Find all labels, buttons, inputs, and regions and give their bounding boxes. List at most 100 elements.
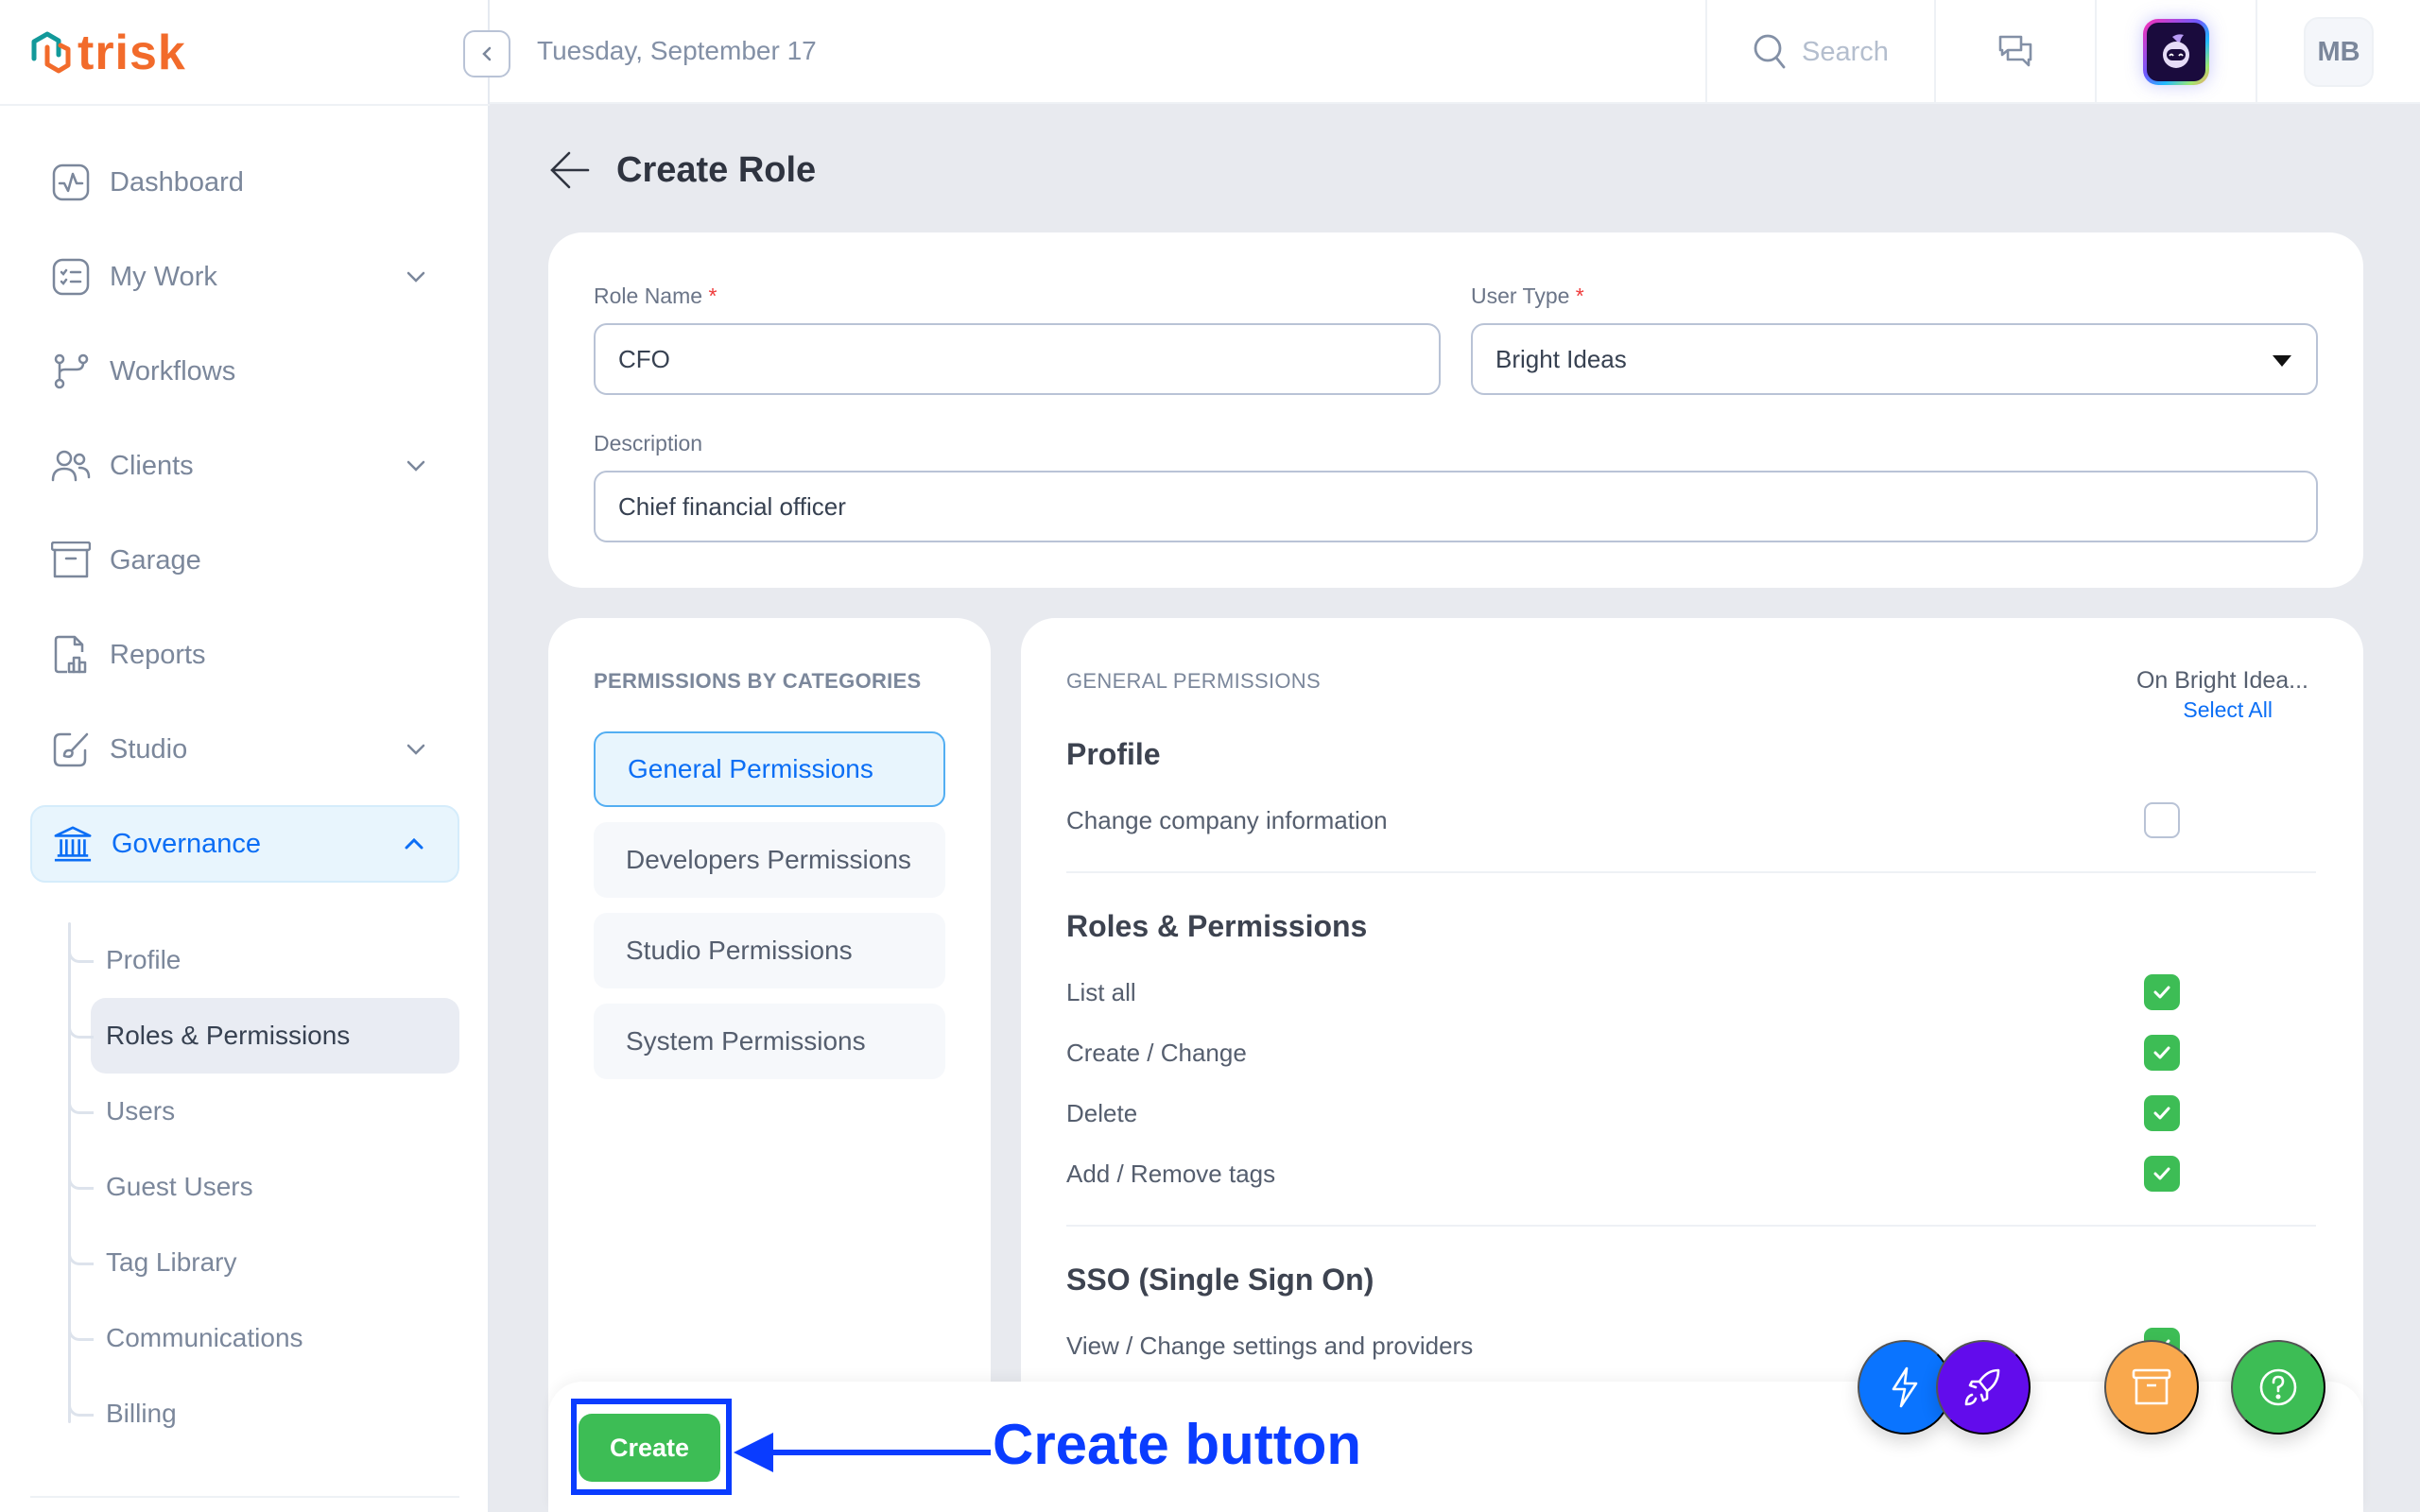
role-name-label: Role Name * xyxy=(594,284,717,309)
check-icon xyxy=(2153,1167,2170,1180)
permission-row: View / Change settings and providers xyxy=(1066,1327,2225,1365)
search-placeholder: Search xyxy=(1802,36,1889,67)
group-title-sso: SSO (Single Sign On) xyxy=(1066,1263,1374,1297)
permission-categories-card: PERMISSIONS BY CATEGORIES General Permis… xyxy=(548,618,991,1512)
category-general-permissions[interactable]: General Permissions xyxy=(594,731,945,807)
brand-name: trisk xyxy=(78,26,186,80)
users-icon xyxy=(51,446,91,486)
caret-down-icon xyxy=(2273,355,2291,367)
sidebar-nav: Dashboard My Work Workflows Clients Gara… xyxy=(30,144,459,900)
permission-checkbox[interactable] xyxy=(2144,1035,2180,1071)
governance-subnav: Profile Roles & Permissions Users Guest … xyxy=(68,922,459,1452)
category-developers-permissions[interactable]: Developers Permissions xyxy=(594,822,945,898)
check-icon xyxy=(2153,1046,2170,1059)
annotation-arrow-icon xyxy=(734,1433,991,1472)
sidebar-item-workflows[interactable]: Workflows xyxy=(30,333,459,410)
permission-row: Delete xyxy=(1066,1094,2225,1132)
category-label: Developers Permissions xyxy=(626,845,911,874)
ai-assistant-button[interactable] xyxy=(2095,0,2256,104)
archive-icon xyxy=(51,541,91,580)
permission-checkbox[interactable] xyxy=(2144,802,2180,838)
help-fab[interactable] xyxy=(2231,1340,2325,1435)
sidebar-item-label: Governance xyxy=(112,828,261,859)
subnav-item-billing[interactable]: Billing xyxy=(68,1376,459,1452)
scope-label: On Bright Idea... xyxy=(2135,667,2308,694)
subnav-item-profile[interactable]: Profile xyxy=(68,922,459,998)
chat-icon xyxy=(1998,35,2032,67)
help-icon xyxy=(2259,1368,2297,1406)
permission-label: View / Change settings and providers xyxy=(1066,1331,1474,1360)
permission-checkbox[interactable] xyxy=(2144,1095,2180,1131)
back-arrow-icon[interactable] xyxy=(548,149,592,191)
description-input[interactable]: Chief financial officer xyxy=(594,471,2318,542)
permission-row: Add / Remove tags xyxy=(1066,1155,2225,1193)
search-icon xyxy=(1754,34,1786,69)
categories-heading: PERMISSIONS BY CATEGORIES xyxy=(594,669,922,693)
group-title-profile: Profile xyxy=(1066,737,1161,771)
subnav-item-communications[interactable]: Communications xyxy=(68,1300,459,1376)
sidebar-item-label: Workflows xyxy=(110,355,236,387)
sidebar-item-dashboard[interactable]: Dashboard xyxy=(30,144,459,221)
sidebar-item-studio[interactable]: Studio xyxy=(30,711,459,788)
subnav-item-label: Users xyxy=(106,1096,176,1125)
brush-icon xyxy=(51,730,91,769)
sidebar-item-governance[interactable]: Governance xyxy=(30,805,459,883)
subnav-item-label: Tag Library xyxy=(106,1247,237,1277)
divider xyxy=(1066,1225,2316,1227)
report-icon xyxy=(51,635,91,675)
chevron-up-icon[interactable] xyxy=(401,831,427,857)
messages-button[interactable] xyxy=(1934,0,2095,104)
permission-row: Create / Change xyxy=(1066,1034,2225,1072)
role-name-input[interactable]: CFO xyxy=(594,323,1441,395)
ai-assistant-icon xyxy=(2143,19,2209,85)
trisk-logo-icon xyxy=(31,31,71,74)
description-label: Description xyxy=(594,431,703,455)
collapse-sidebar-button[interactable] xyxy=(463,30,510,77)
required-marker: * xyxy=(708,284,717,308)
subnav-item-label: Guest Users xyxy=(106,1172,253,1201)
dashboard-icon xyxy=(51,163,91,202)
subnav-item-guest-users[interactable]: Guest Users xyxy=(68,1149,459,1225)
sidebar-item-reports[interactable]: Reports xyxy=(30,616,459,694)
check-icon xyxy=(2153,1107,2170,1120)
topbar: Tuesday, September 17 Search MB xyxy=(463,0,2420,104)
required-marker: * xyxy=(1575,284,1584,308)
sidebar-item-garage[interactable]: Garage xyxy=(30,522,459,599)
archive-fab[interactable] xyxy=(2104,1340,2199,1435)
chevron-left-icon xyxy=(482,46,492,61)
permission-checkbox[interactable] xyxy=(2144,974,2180,1010)
sidebar-item-label: Reports xyxy=(110,639,206,670)
permission-label: Add / Remove tags xyxy=(1066,1159,1276,1188)
chevron-down-icon[interactable] xyxy=(403,264,429,290)
permission-checkbox[interactable] xyxy=(2144,1156,2180,1192)
page-header: Create Role xyxy=(548,142,816,198)
sidebar: trisk Dashboard My Work Workflows Client… xyxy=(0,0,490,1512)
current-date: Tuesday, September 17 xyxy=(537,36,817,65)
sidebar-item-my-work[interactable]: My Work xyxy=(30,238,459,316)
permissions-heading: GENERAL PERMISSIONS xyxy=(1066,669,1321,693)
chevron-down-icon[interactable] xyxy=(403,453,429,479)
select-all-link[interactable]: Select All xyxy=(2183,697,2273,723)
category-system-permissions[interactable]: System Permissions xyxy=(594,1004,945,1079)
sidebar-item-clients[interactable]: Clients xyxy=(30,427,459,505)
category-studio-permissions[interactable]: Studio Permissions xyxy=(594,913,945,988)
subnav-item-label: Communications xyxy=(106,1323,303,1352)
page-title: Create Role xyxy=(616,149,817,190)
user-type-select[interactable]: Bright Ideas xyxy=(1471,323,2318,395)
divider xyxy=(0,104,490,106)
search-button[interactable]: Search xyxy=(1705,0,1934,104)
subnav-item-tag-library[interactable]: Tag Library xyxy=(68,1225,459,1300)
subnav-item-users[interactable]: Users xyxy=(68,1074,459,1149)
user-menu-button[interactable]: MB xyxy=(2256,0,2420,104)
archive-icon xyxy=(2132,1368,2171,1405)
logo[interactable]: trisk xyxy=(28,25,186,81)
permission-label: Delete xyxy=(1066,1098,1138,1127)
subnav-item-roles-permissions[interactable]: Roles & Permissions xyxy=(68,998,459,1074)
description-value: Chief financial officer xyxy=(618,491,846,521)
git-branch-icon xyxy=(51,352,91,391)
launch-fab[interactable] xyxy=(1936,1340,2031,1435)
sidebar-item-label: Clients xyxy=(110,450,194,481)
chevron-down-icon[interactable] xyxy=(403,736,429,763)
category-label: General Permissions xyxy=(628,754,873,783)
create-button[interactable]: Create xyxy=(579,1414,720,1482)
